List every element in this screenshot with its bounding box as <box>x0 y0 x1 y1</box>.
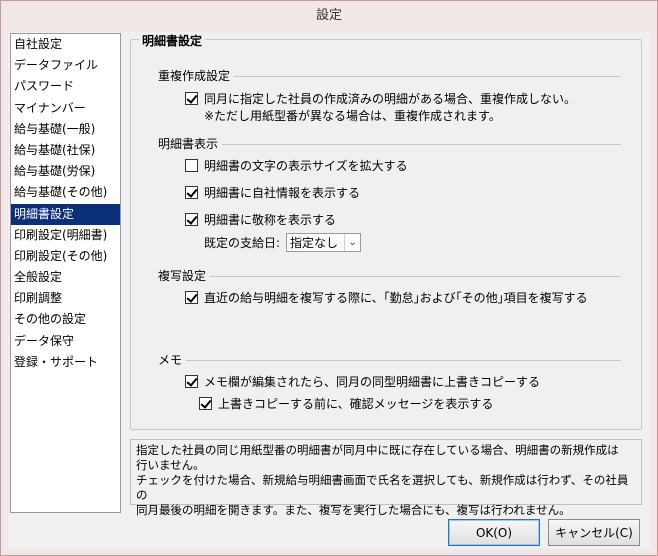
sidebar-item-password[interactable]: パスワード <box>11 76 120 97</box>
memo-confirm-checkbox[interactable] <box>199 396 212 410</box>
cancel-button[interactable]: キャンセル(C) <box>548 519 640 546</box>
no-duplicate-check-row[interactable]: 同月に指定した社員の作成済みの明細がある場合、重複作成しない。 <box>185 90 576 106</box>
ok-button[interactable]: OK(O) <box>448 519 540 546</box>
copy-items-check-row[interactable]: 直近の給与明細を複写する際に、｢勤怠｣および｢その他｣項目を複写する <box>185 289 588 305</box>
payday-value: 指定なし <box>290 236 339 250</box>
section-divider <box>158 276 621 277</box>
sidebar-item-print-statement[interactable]: 印刷設定(明細書) <box>11 225 120 246</box>
memo-overwrite-check-row[interactable]: メモ欄が編集されたら、同月の同型明細書に上書きコピーする <box>185 373 540 389</box>
no-duplicate-checkbox[interactable] <box>185 91 198 105</box>
sidebar-item-salary-labor[interactable]: 給与基礎(労保) <box>11 161 120 182</box>
no-duplicate-label: 同月に指定した社員の作成済みの明細がある場合、重複作成しない。 <box>204 91 577 106</box>
sidebar-item-mynumber[interactable]: マイナンバー <box>11 98 120 119</box>
company-info-label: 明細書に自社情報を表示する <box>204 185 361 200</box>
honorific-label: 明細書に敬称を表示する <box>204 212 337 227</box>
company-info-check-row[interactable]: 明細書に自社情報を表示する <box>185 184 360 200</box>
memo-overwrite-checkbox[interactable] <box>185 374 198 388</box>
enlarge-text-check-row[interactable]: 明細書の文字の表示サイズを拡大する <box>185 157 408 173</box>
sidebar-item-salary-social[interactable]: 給与基礎(社保) <box>11 140 120 161</box>
sidebar-item-print-adjust[interactable]: 印刷調整 <box>11 288 120 309</box>
description-line: 同月最後の明細を開きます。また、複写を実行した場合にも、複写は行われません。 <box>136 503 571 517</box>
group-title: 明細書設定 <box>139 32 206 49</box>
section-duplicate: 重複作成設定 <box>158 68 621 84</box>
description-line: 行いません。 <box>136 458 205 472</box>
memo-confirm-label: 上書きコピーする前に、確認メッセージを表示する <box>218 396 494 411</box>
copy-items-label: 直近の給与明細を複写する際に、｢勤怠｣および｢その他｣項目を複写する <box>204 290 588 305</box>
payday-select[interactable]: 指定なし ⌄ <box>286 233 362 252</box>
duplicate-note: ※ただし用紙型番が異なる場合は、重複作成されます。 <box>204 109 501 123</box>
statement-settings-group: 明細書設定 重複作成設定 同月に指定した社員の作成済みの明細がある場合、重複作成… <box>130 32 642 430</box>
sidebar-item-registration[interactable]: 登録・サポート <box>11 352 120 373</box>
section-memo: メモ <box>158 352 621 368</box>
sidebar-item-print-other[interactable]: 印刷設定(その他) <box>11 246 120 267</box>
copy-items-checkbox[interactable] <box>185 290 198 304</box>
section-duplicate-heading: 重複作成設定 <box>158 68 235 84</box>
sidebar-item-other-settings[interactable]: その他の設定 <box>11 309 120 330</box>
dialog-client: 自社設定 データファイル パスワード マイナンバー 給与基礎(一般) 給与基礎(… <box>8 31 650 549</box>
sidebar-item-company[interactable]: 自社設定 <box>11 34 120 55</box>
section-memo-heading: メモ <box>158 352 187 368</box>
sidebar-item-salary-other[interactable]: 給与基礎(その他) <box>11 182 120 203</box>
sidebar-item-statement[interactable]: 明細書設定 <box>11 203 120 225</box>
description-line: チェックを付けた場合、新規給与明細書画面で氏名を選択しても、新規作成は行わず、そ… <box>136 473 629 502</box>
payday-label: 既定の支給日: <box>204 236 281 250</box>
description-box: 指定した社員の同じ用紙型番の明細書が同月中に既に存在している場合、明細書の新規作… <box>130 439 642 517</box>
company-info-checkbox[interactable] <box>185 185 198 199</box>
section-display: 明細書表示 <box>158 136 621 152</box>
section-display-heading: 明細書表示 <box>158 136 223 152</box>
section-copy: 複写設定 <box>158 268 621 284</box>
memo-confirm-check-row[interactable]: 上書きコピーする前に、確認メッセージを表示する <box>199 395 493 411</box>
settings-category-list[interactable]: 自社設定 データファイル パスワード マイナンバー 給与基礎(一般) 給与基礎(… <box>10 33 121 513</box>
chevron-down-icon[interactable]: ⌄ <box>344 234 360 251</box>
sidebar-item-data-maintenance[interactable]: データ保守 <box>11 331 120 352</box>
description-line: 指定した社員の同じ用紙型番の明細書が同月中に既に存在している場合、明細書の新規作… <box>136 443 619 457</box>
sidebar-item-salary-general[interactable]: 給与基礎(一般) <box>11 119 120 140</box>
section-divider <box>158 144 621 145</box>
sidebar-item-datafile[interactable]: データファイル <box>11 55 120 76</box>
enlarge-text-checkbox[interactable] <box>185 158 198 172</box>
section-copy-heading: 複写設定 <box>158 268 211 284</box>
honorific-checkbox[interactable] <box>185 212 198 226</box>
section-divider <box>158 360 621 361</box>
sidebar-item-general[interactable]: 全般設定 <box>11 267 120 288</box>
honorific-check-row[interactable]: 明細書に敬称を表示する <box>185 211 336 227</box>
enlarge-text-label: 明細書の文字の表示サイズを拡大する <box>204 158 408 173</box>
window-title: 設定 <box>1 1 657 31</box>
memo-overwrite-label: メモ欄が編集されたら、同月の同型明細書に上書きコピーする <box>204 374 541 389</box>
settings-dialog: 設定 自社設定 データファイル パスワード マイナンバー 給与基礎(一般) 給与… <box>0 0 658 556</box>
payday-row: 既定の支給日: 指定なし ⌄ <box>204 233 362 252</box>
